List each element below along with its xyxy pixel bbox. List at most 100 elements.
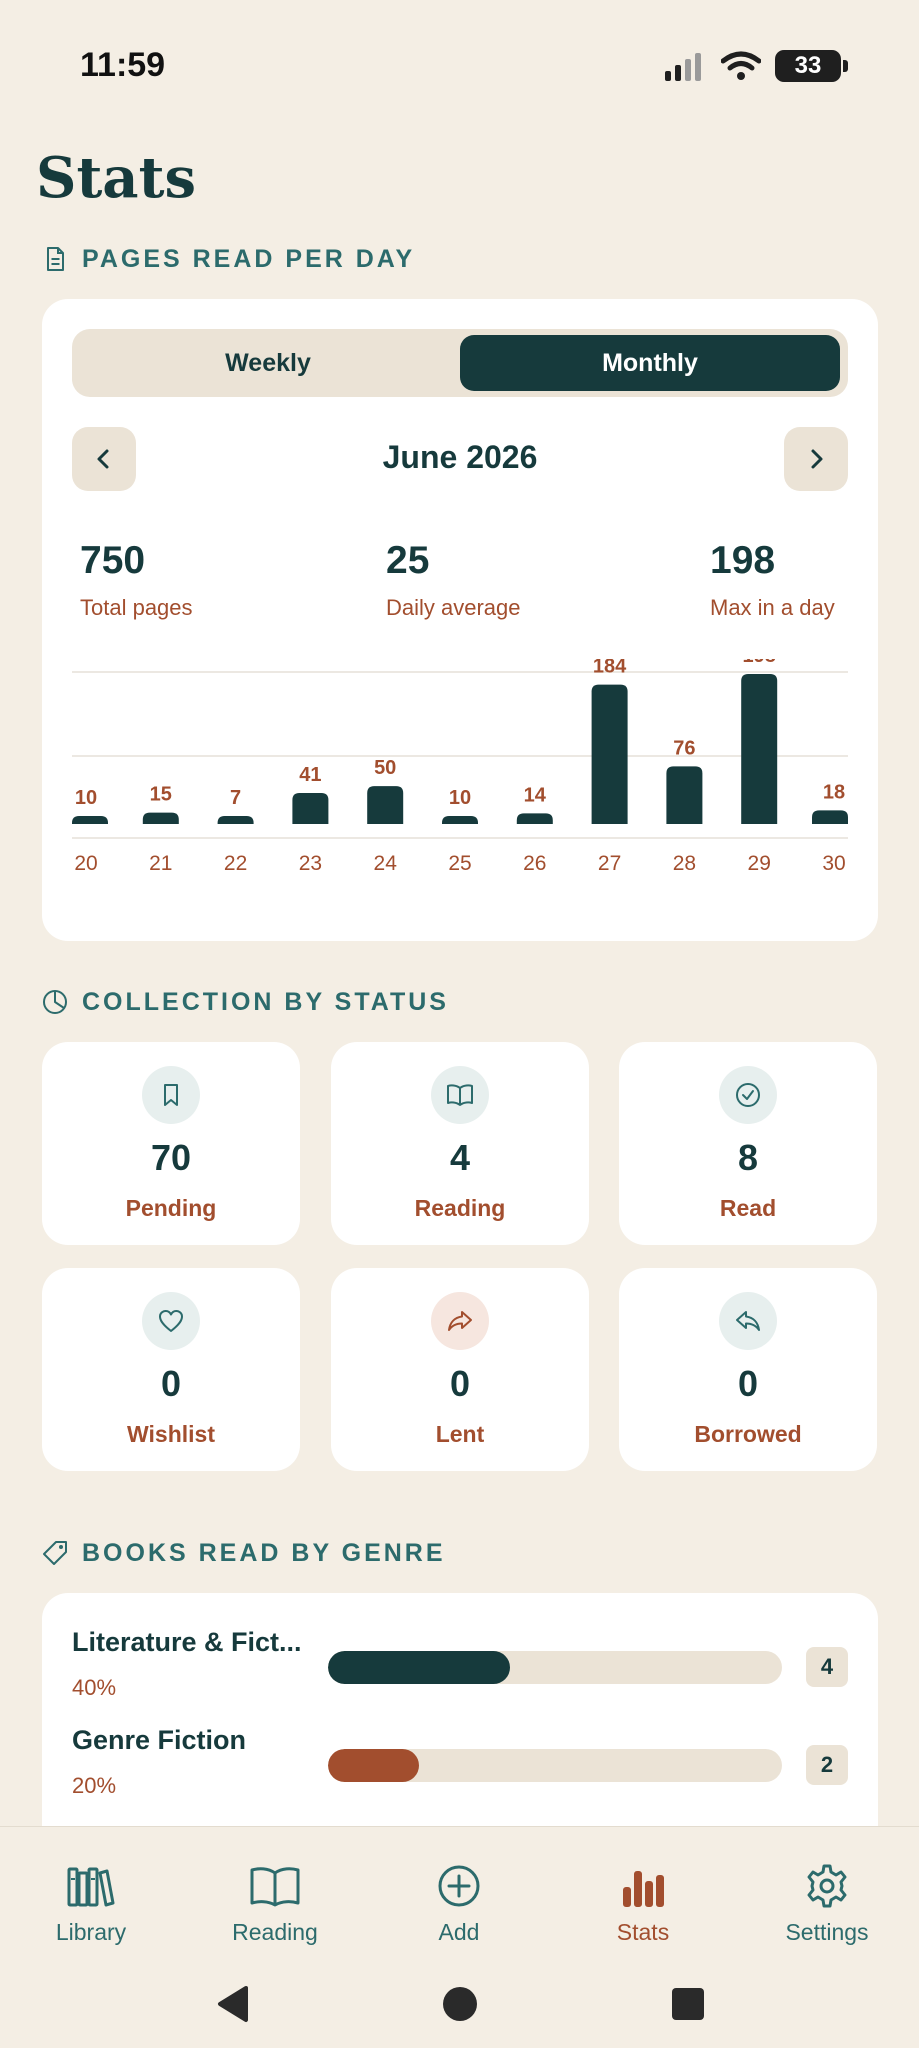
chart-data-label: 41 (299, 764, 321, 786)
battery-indicator: 33 (775, 50, 848, 82)
status-count: 0 (160, 1363, 182, 1404)
status-tile-borrowed[interactable]: 0 Borrowed (619, 1268, 877, 1471)
pie-chart-icon (43, 990, 67, 1014)
metric-total-pages: 750 Total pages (80, 539, 193, 621)
next-month-button[interactable] (784, 427, 848, 491)
wifi-icon (721, 51, 761, 80)
chart-bar (812, 810, 848, 824)
monthly-toggle-button[interactable]: Monthly (460, 335, 840, 391)
status-label: Wishlist (127, 1421, 215, 1447)
status-icon-wrap (431, 1292, 489, 1350)
chart-bar (217, 816, 254, 824)
add-circle-icon (438, 1865, 480, 1907)
genre-bar-fill (328, 1749, 419, 1782)
chart-tick-label: 23 (299, 852, 322, 875)
nav-tab-stats[interactable]: Stats (568, 1863, 718, 1946)
status-time: 11:59 (80, 46, 166, 84)
status-label: Pending (125, 1195, 217, 1221)
genre-name: Genre Fiction (72, 1725, 247, 1755)
bar-chart-icon (623, 1871, 664, 1907)
chart-tick-label: 20 (74, 852, 97, 875)
collection-section-header: COLLECTION BY STATUS (40, 987, 449, 1017)
status-icon-wrap (431, 1066, 489, 1124)
nav-tab-reading[interactable]: Reading (200, 1863, 350, 1946)
nav-tab-label: Settings (785, 1919, 869, 1945)
genre-bar-fill (328, 1651, 510, 1684)
system-recents-button[interactable] (668, 1984, 708, 2024)
pages-card: Weekly Monthly June 2026 750 Total pages… (42, 299, 878, 941)
section-title: COLLECTION BY STATUS (82, 987, 449, 1016)
chart-data-label: 18 (823, 781, 845, 803)
system-back-button[interactable] (212, 1984, 252, 2024)
check-circle-icon (736, 1083, 760, 1107)
chart-tick-label: 28 (673, 852, 696, 875)
metric-caption: Total pages (80, 595, 193, 620)
status-icon-wrap (719, 1066, 777, 1124)
status-label: Read (719, 1195, 777, 1221)
chart-tick-label: 30 (822, 852, 845, 875)
status-count: 0 (737, 1363, 759, 1404)
genre-row[interactable]: Genre Fiction 20% 2 (72, 1725, 848, 1805)
period-toggle: Weekly Monthly (72, 329, 848, 397)
status-label: Borrowed (694, 1421, 802, 1447)
chart-tick-label: 21 (149, 852, 172, 875)
status-count: 8 (737, 1137, 759, 1178)
status-icon-wrap (719, 1292, 777, 1350)
chart-bar (591, 684, 628, 824)
genre-count-badge: 2 (806, 1745, 848, 1785)
chart-bar (516, 813, 553, 824)
chart-data-label: 184 (593, 659, 627, 678)
chart-tick-label: 26 (523, 852, 546, 875)
open-book-icon (447, 1084, 473, 1106)
metric-daily-average: 25 Daily average (386, 539, 521, 621)
chart-bar (666, 766, 703, 824)
genre-row[interactable]: Literature & Fict... 40% 4 (72, 1627, 848, 1707)
genre-name: Literature & Fict... (72, 1627, 302, 1657)
chart-data-label: 14 (524, 784, 547, 806)
page-title: Stats (36, 145, 196, 211)
genre-percent: 40% (72, 1675, 117, 1700)
library-icon (67, 1867, 115, 1907)
metric-max-day: 198 Max in a day (710, 539, 835, 621)
chart-data-label: 7 (230, 787, 241, 809)
gear-icon (807, 1864, 847, 1908)
genre-bar-track (328, 1749, 782, 1782)
system-home-button[interactable] (440, 1984, 480, 2024)
nav-tab-add[interactable]: Add (384, 1863, 534, 1946)
metric-caption: Max in a day (710, 595, 835, 620)
chart-bar (72, 816, 108, 824)
chart-data-label: 76 (673, 737, 695, 759)
genre-count-badge: 4 (806, 1647, 848, 1687)
status-bar: 11:59 33 (0, 0, 919, 130)
status-tile-pending[interactable]: 70 Pending (42, 1042, 300, 1245)
pages-section-header: PAGES READ PER DAY (40, 244, 415, 274)
status-tile-reading[interactable]: 4 Reading (331, 1042, 589, 1245)
status-label: Lent (435, 1421, 485, 1447)
genre-section-header: BOOKS READ BY GENRE (40, 1538, 446, 1568)
nav-tab-library[interactable]: Library (16, 1863, 166, 1946)
chart-tick-label: 24 (374, 852, 398, 875)
chart-tick-label: 29 (748, 852, 771, 875)
genre-bar-track (328, 1651, 782, 1684)
chart-bar (367, 786, 404, 824)
weekly-toggle-button[interactable]: Weekly (78, 335, 458, 391)
nav-tab-settings[interactable]: Settings (752, 1863, 902, 1946)
genre-card: Literature & Fict... 40% 4 Genre Fiction… (42, 1593, 878, 1853)
nav-tab-label: Stats (616, 1919, 670, 1945)
bookmark-icon (164, 1084, 178, 1106)
chart-bar (142, 812, 179, 824)
signal-icon (665, 53, 701, 81)
status-tile-lent[interactable]: 0 Lent (331, 1268, 589, 1471)
chart-tick-label: 22 (224, 852, 247, 875)
status-tile-wishlist[interactable]: 0 Wishlist (42, 1268, 300, 1471)
status-icons: 33 (665, 50, 848, 82)
status-label: Reading (414, 1195, 506, 1221)
status-tile-read[interactable]: 8 Read (619, 1042, 877, 1245)
chart-bar (442, 816, 478, 824)
nav-tab-label: Library (55, 1919, 127, 1945)
chart-data-label: 10 (75, 787, 97, 809)
section-title: BOOKS READ BY GENRE (82, 1538, 446, 1567)
metric-value: 25 (386, 539, 430, 582)
genre-percent: 20% (72, 1773, 117, 1798)
status-icon-wrap (142, 1066, 200, 1124)
